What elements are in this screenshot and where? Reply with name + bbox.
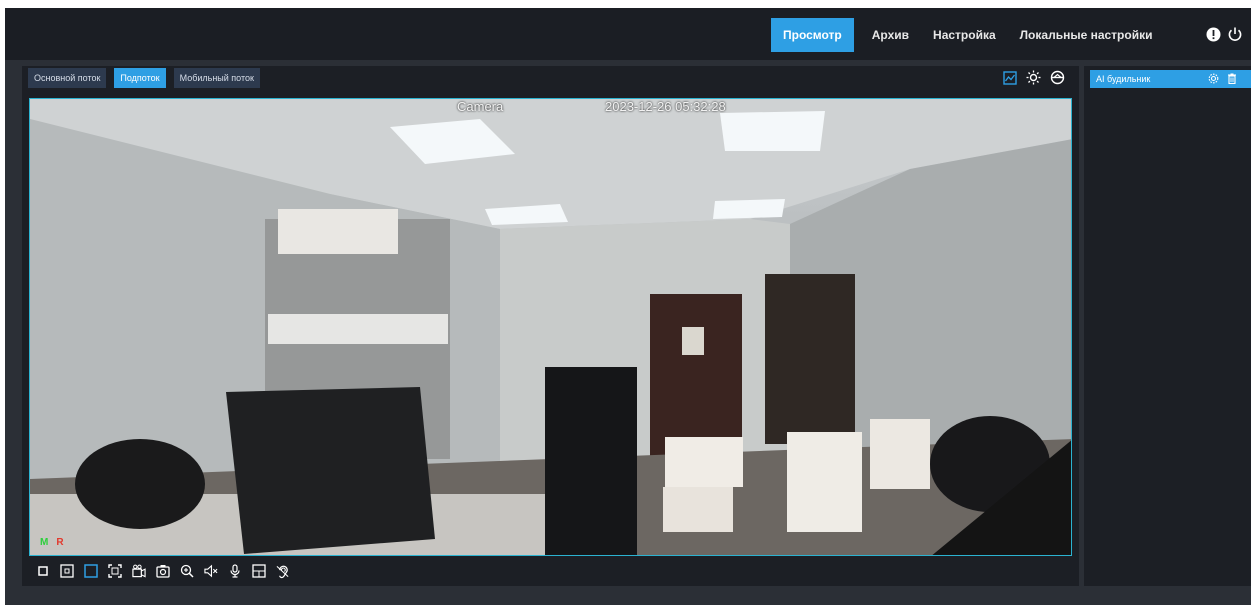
main-stream-button[interactable]: Основной поток bbox=[28, 68, 107, 88]
zoom-icon[interactable] bbox=[180, 564, 194, 578]
ear-icon[interactable] bbox=[276, 564, 290, 578]
window-icon[interactable] bbox=[60, 564, 74, 578]
region-icon[interactable] bbox=[252, 564, 266, 578]
delete-icon[interactable] bbox=[1227, 73, 1237, 86]
ai-alarm-label: AI будильник bbox=[1096, 74, 1151, 84]
mute-icon[interactable] bbox=[204, 564, 218, 578]
app: Просмотр Архив Настройка Локальные настр… bbox=[0, 0, 1251, 605]
image-analysis-icon[interactable] bbox=[1003, 70, 1017, 90]
snapshot-icon[interactable] bbox=[156, 564, 170, 578]
tab-settings[interactable]: Настройка bbox=[921, 18, 1008, 52]
ai-item-actions bbox=[1208, 73, 1237, 86]
microphone-icon[interactable] bbox=[228, 564, 242, 578]
marker-r: R bbox=[56, 537, 64, 548]
ceiling-light bbox=[720, 111, 825, 151]
ceiling-light bbox=[713, 199, 785, 219]
record-icon[interactable] bbox=[132, 564, 146, 578]
top-icons bbox=[1206, 26, 1243, 47]
stream-selector: Основной поток Подпоток Мобильный поток bbox=[28, 68, 260, 88]
monitor bbox=[226, 387, 435, 554]
tab-archive[interactable]: Архив bbox=[860, 18, 921, 52]
marker-m: M bbox=[40, 537, 49, 548]
ai-panel bbox=[1084, 66, 1251, 586]
video-scene bbox=[30, 99, 1071, 555]
brightness-icon[interactable] bbox=[1026, 70, 1041, 90]
alert-icon[interactable] bbox=[1206, 27, 1221, 47]
live-video[interactable]: Camera 2023-12-26 05:32:28 MR bbox=[29, 98, 1072, 556]
substream-button[interactable]: Подпоток bbox=[114, 68, 166, 88]
tab-local-settings[interactable]: Локальные настройки bbox=[1008, 18, 1165, 52]
tab-view[interactable]: Просмотр bbox=[771, 18, 854, 52]
fit-window-icon[interactable] bbox=[84, 564, 98, 578]
mobile-stream-button[interactable]: Мобильный поток bbox=[173, 68, 260, 88]
view-tools bbox=[1003, 70, 1065, 90]
osd-timestamp: 2023-12-26 05:32:28 bbox=[605, 99, 726, 114]
settings-icon[interactable] bbox=[1208, 73, 1219, 86]
ptz-icon[interactable] bbox=[1050, 70, 1065, 90]
fullscreen-icon[interactable] bbox=[108, 564, 122, 578]
ai-alarm-item[interactable]: AI будильник bbox=[1090, 70, 1251, 88]
cabinet bbox=[765, 274, 855, 444]
playback-controls bbox=[36, 561, 290, 581]
power-icon[interactable] bbox=[1227, 26, 1243, 47]
osd-markers: MR bbox=[40, 537, 64, 548]
main-nav: Просмотр Архив Настройка Локальные настр… bbox=[771, 18, 1164, 52]
osd-camera-name: Camera bbox=[457, 99, 504, 114]
stop-icon[interactable] bbox=[36, 564, 50, 578]
